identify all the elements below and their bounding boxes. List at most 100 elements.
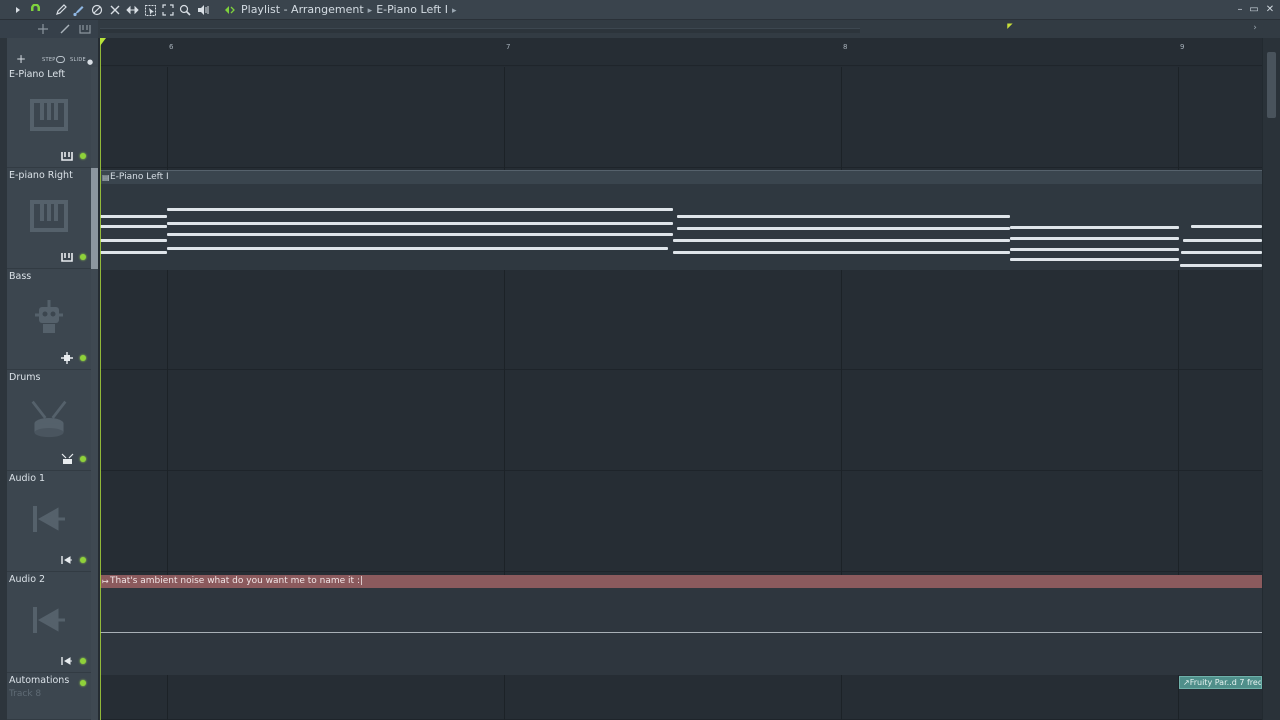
note-bar — [167, 233, 673, 236]
overview-bar — [0, 20, 1280, 38]
audio-clip[interactable]: ↦ That's ambient noise what do you want … — [100, 575, 1262, 675]
robot-art-icon — [29, 297, 69, 337]
title-pattern[interactable]: E-Piano Left I — [376, 3, 448, 16]
pattern-clip-header[interactable]: ▤ E-Piano Left I — [100, 170, 1262, 184]
track-header[interactable]: Audio 1 — [7, 471, 98, 572]
paint-brush-icon[interactable] — [71, 2, 85, 18]
track-name[interactable]: E-piano Right — [9, 170, 73, 181]
track-header[interactable]: Automations Track 8 — [7, 673, 98, 720]
header-tools-bar — [0, 20, 98, 38]
track-mute-led[interactable] — [80, 680, 86, 686]
bar-number: 8 — [843, 43, 848, 51]
bar-number: 7 — [506, 43, 511, 51]
track-mute-led[interactable] — [80, 557, 86, 563]
track-header[interactable]: Drums — [7, 370, 98, 471]
note-bar — [1010, 248, 1179, 251]
piano-roll-icon[interactable] — [78, 21, 92, 37]
scroll-right-arrow-icon[interactable]: › — [1249, 21, 1261, 35]
draw-mode-icon[interactable] — [36, 21, 50, 37]
track-mute-led[interactable] — [80, 456, 86, 462]
track-resize-bar[interactable] — [91, 370, 98, 471]
track-resize-bar[interactable] — [91, 673, 98, 720]
note-bar — [167, 222, 673, 225]
track-header[interactable]: E-Piano Left — [7, 67, 98, 168]
track-resize-bar[interactable] — [91, 572, 98, 673]
track-resize-bar[interactable] — [91, 269, 98, 370]
track-lane[interactable] — [100, 471, 1262, 572]
track-mute-led[interactable] — [80, 355, 86, 361]
note-bar — [167, 247, 668, 250]
track-name[interactable]: Bass — [9, 271, 31, 282]
automation-clip[interactable]: ↗Fruity Par..d 7 freq — [1179, 676, 1262, 689]
fullscreen-icon[interactable] — [161, 2, 175, 18]
note-bar — [1010, 258, 1179, 261]
track-name[interactable]: Automations — [9, 675, 69, 686]
drum-art-icon — [29, 398, 69, 438]
timeline-ruler[interactable]: 6 7 8 9 — [100, 38, 1262, 66]
drum-icon[interactable] — [60, 453, 74, 465]
step-slide-toggle[interactable] — [56, 56, 65, 63]
track-name[interactable]: Audio 2 — [9, 574, 45, 585]
slip-icon[interactable] — [125, 2, 139, 18]
bar-number: 9 — [1180, 43, 1185, 51]
title-menu-arrow-icon[interactable]: ▸ — [448, 6, 461, 16]
track-lane[interactable] — [100, 269, 1262, 370]
note-bar — [100, 225, 167, 228]
track-mute-led[interactable] — [80, 658, 86, 664]
add-track-button[interactable]: + — [16, 52, 26, 66]
delete-icon[interactable] — [90, 2, 104, 18]
piano-icon[interactable] — [60, 251, 74, 263]
minimize-button[interactable]: – — [1234, 3, 1246, 17]
track-lane[interactable] — [100, 673, 1262, 720]
pencil-icon[interactable] — [54, 2, 68, 18]
vertical-scrollbar[interactable] — [1262, 38, 1280, 720]
arrangement-overview[interactable] — [100, 28, 860, 33]
track-lane[interactable] — [100, 370, 1262, 471]
track-name[interactable]: Audio 1 — [9, 473, 45, 484]
playback-icon[interactable] — [222, 2, 236, 18]
playhead-marker-icon[interactable] — [100, 38, 106, 46]
track-resize-bar[interactable] — [91, 471, 98, 572]
close-button[interactable]: ✕ — [1264, 3, 1276, 17]
title-separator-arrow-icon: ▸ — [367, 6, 373, 16]
magnet-icon[interactable] — [28, 2, 42, 18]
maximize-button[interactable]: ▭ — [1248, 3, 1260, 17]
playhead[interactable] — [100, 38, 101, 720]
track-mute-led[interactable] — [80, 153, 86, 159]
track-subname: Track 8 — [9, 689, 42, 699]
note-bar — [673, 251, 1010, 254]
track-mute-led[interactable] — [80, 254, 86, 260]
note-bar — [1180, 264, 1262, 267]
track-resize-bar[interactable] — [91, 168, 98, 269]
track-name[interactable]: E-Piano Left — [9, 69, 65, 80]
pattern-clip-title: E-Piano Left I — [110, 172, 169, 182]
audio-art-icon — [29, 499, 69, 539]
audio-clip-header[interactable]: ↦ That's ambient noise what do you want … — [100, 575, 1262, 588]
audio-clip-menu-icon[interactable]: ↦ — [102, 577, 109, 586]
playlist-grid[interactable]: ▤ E-Piano Left I ↦ That's ambient noise … — [100, 67, 1262, 720]
loop-marker-icon[interactable]: ◤ — [1006, 18, 1014, 34]
mute-icon[interactable] — [108, 2, 122, 18]
edit-tool-icon[interactable] — [58, 21, 72, 37]
track-header[interactable]: Bass — [7, 269, 98, 370]
pattern-clip-menu-icon[interactable]: ▤ — [102, 173, 110, 182]
title-playlist: Playlist - Arrangement — [241, 3, 364, 16]
piano-icon[interactable] — [60, 150, 74, 162]
track-name[interactable]: Drums — [9, 372, 40, 383]
note-bar — [100, 251, 167, 254]
audio-clip-icon[interactable] — [60, 655, 74, 667]
track-resize-bar[interactable] — [91, 67, 98, 168]
select-icon[interactable] — [143, 2, 157, 18]
vertical-scroll-thumb[interactable] — [1267, 52, 1276, 118]
plugin-icon[interactable] — [60, 352, 74, 364]
audio-clip-icon[interactable] — [60, 554, 74, 566]
zoom-icon[interactable] — [178, 2, 192, 18]
track-header[interactable]: Audio 2 — [7, 572, 98, 673]
track-lane[interactable] — [100, 67, 1262, 168]
speaker-icon[interactable] — [196, 2, 212, 18]
note-bar — [1191, 225, 1262, 228]
track-header[interactable]: E-piano Right — [7, 168, 98, 269]
play-arrow-icon[interactable] — [12, 2, 24, 18]
pattern-clip[interactable]: ▤ E-Piano Left I — [100, 170, 1262, 270]
note-bar — [100, 215, 167, 218]
